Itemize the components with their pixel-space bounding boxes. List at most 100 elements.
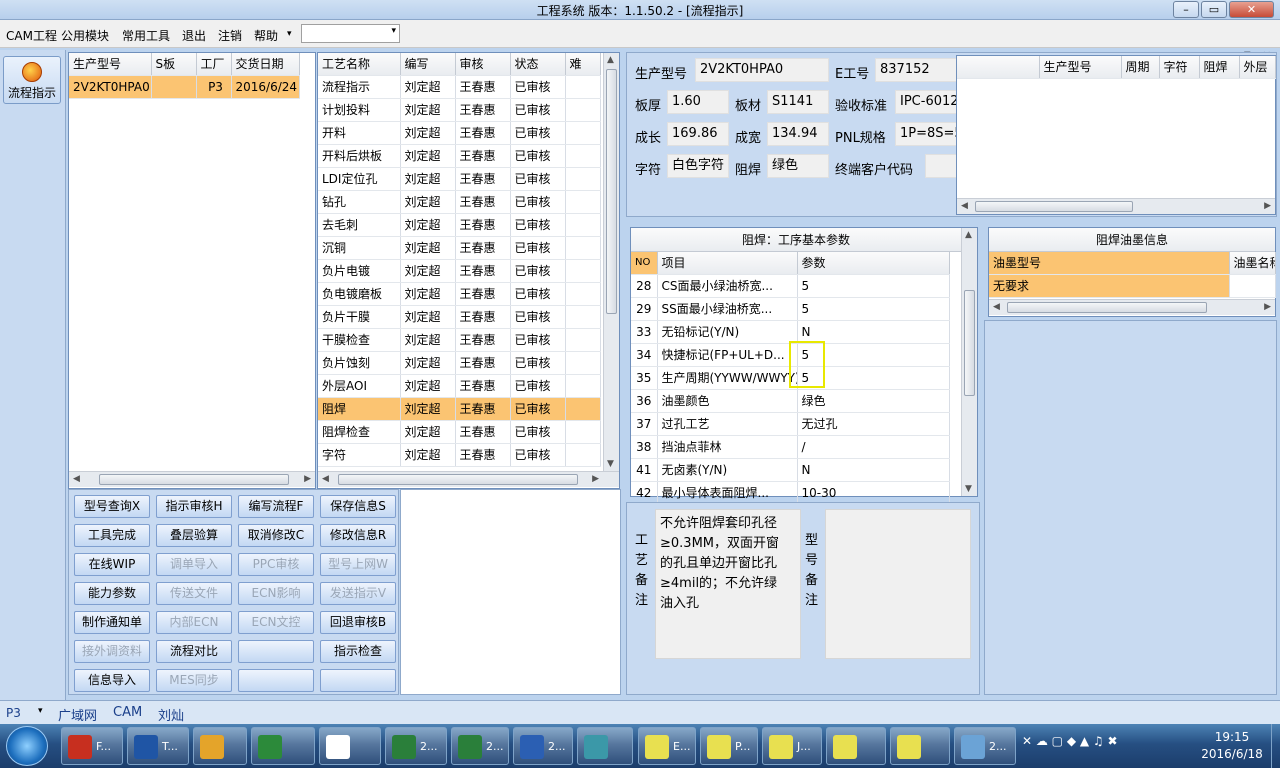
params-vscroll[interactable]: ▲ ▼: [961, 228, 977, 496]
taskbar-app-5[interactable]: 2...: [385, 727, 447, 765]
action-button-0-2[interactable]: 编写流程F: [238, 495, 314, 518]
history-hscroll[interactable]: ◀ ▶: [957, 198, 1275, 214]
col-h-solder[interactable]: 阻焊: [1199, 56, 1240, 79]
clock-time[interactable]: 19:15: [1202, 730, 1262, 744]
col-reviewer[interactable]: 审核: [455, 53, 511, 76]
action-button-6-2[interactable]: [238, 669, 314, 692]
close-button[interactable]: ✕: [1229, 1, 1274, 18]
table-row[interactable]: 33 无铅标记(Y/N) N: [631, 320, 950, 344]
action-button-5-3[interactable]: 指示检查: [320, 640, 396, 663]
action-button-6-0[interactable]: 信息导入: [74, 669, 150, 692]
col-process[interactable]: 工艺名称: [318, 53, 401, 76]
action-button-5-2[interactable]: [238, 640, 314, 663]
action-button-0-0[interactable]: 型号查询X: [74, 495, 150, 518]
scroll-thumb[interactable]: [338, 474, 578, 485]
col-s-board[interactable]: S板: [151, 53, 197, 76]
taskbar-app-8[interactable]: [577, 727, 633, 765]
help-dropdown-icon[interactable]: ▾: [287, 29, 292, 39]
col-factory[interactable]: 工厂: [196, 53, 232, 76]
factory-select[interactable]: P3: [6, 706, 21, 720]
col-ink-name[interactable]: 油墨名称: [1229, 252, 1276, 275]
action-button-6-1[interactable]: MES同步: [156, 669, 232, 692]
action-button-0-1[interactable]: 指示审核H: [156, 495, 232, 518]
action-button-4-3[interactable]: 回退审核B: [320, 611, 396, 634]
taskbar-app-0[interactable]: F...: [61, 727, 123, 765]
value-standard[interactable]: IPC-6012: [895, 90, 957, 114]
action-button-5-0[interactable]: 接外调资料: [74, 640, 150, 663]
col-h-model[interactable]: 生产型号: [1039, 56, 1122, 79]
chevron-down-icon[interactable]: ▾: [38, 706, 43, 716]
table-row[interactable]: 38 挡油点菲林 /: [631, 435, 950, 459]
col-h-char[interactable]: 字符: [1159, 56, 1200, 79]
value-customer[interactable]: [925, 154, 957, 178]
table-row[interactable]: 钻孔 刘定超 王春惠 已审核: [318, 190, 601, 214]
action-button-4-0[interactable]: 制作通知单: [74, 611, 150, 634]
table-row[interactable]: 2V2KT0HPA0 P3 2016/6/24: [69, 75, 300, 99]
action-button-2-3[interactable]: 型号上网W: [320, 553, 396, 576]
taskbar-app-2[interactable]: [193, 727, 247, 765]
value-material[interactable]: S1141: [767, 90, 829, 114]
table-row[interactable]: 37 过孔工艺 无过孔: [631, 412, 950, 436]
col-author[interactable]: 编写: [400, 53, 456, 76]
action-button-1-0[interactable]: 工具完成: [74, 524, 150, 547]
menu-cam[interactable]: CAM工程: [6, 27, 57, 44]
menu-public[interactable]: 公用模块: [61, 27, 109, 44]
table-row[interactable]: 负电镀磨板 刘定超 王春惠 已审核: [318, 282, 601, 306]
action-button-1-2[interactable]: 取消修改C: [238, 524, 314, 547]
col-status[interactable]: 状态: [510, 53, 566, 76]
menu-help[interactable]: 帮助: [254, 27, 278, 44]
tray-icons[interactable]: ✕ ☁ ▢ ◆ ▲ ♫ ✖: [1022, 734, 1118, 748]
action-button-5-1[interactable]: 流程对比: [156, 640, 232, 663]
taskbar-app-7[interactable]: 2...: [513, 727, 573, 765]
start-button[interactable]: [6, 726, 48, 766]
scroll-thumb[interactable]: [975, 201, 1133, 212]
restore-button[interactable]: ▭: [1201, 1, 1227, 18]
value-pnl[interactable]: 1P=8S=5: [895, 122, 957, 146]
taskbar-app-6[interactable]: 2...: [451, 727, 509, 765]
taskbar-app-12[interactable]: [826, 727, 886, 765]
table-row[interactable]: 流程指示 刘定超 王春惠 已审核: [318, 75, 601, 99]
action-button-2-1[interactable]: 调单导入: [156, 553, 232, 576]
action-button-2-0[interactable]: 在线WIP: [74, 553, 150, 576]
col-h-outer[interactable]: 外层: [1239, 56, 1276, 79]
action-button-3-1[interactable]: 传送文件: [156, 582, 232, 605]
action-button-2-2[interactable]: PPC审核: [238, 553, 314, 576]
minimize-button[interactable]: –: [1173, 1, 1199, 18]
table-row[interactable]: 外层AOI 刘定超 王春惠 已审核: [318, 374, 601, 398]
taskbar-app-3[interactable]: [251, 727, 315, 765]
table-row[interactable]: 去毛刺 刘定超 王春惠 已审核: [318, 213, 601, 237]
taskbar-app-11[interactable]: J...: [762, 727, 822, 765]
action-button-4-2[interactable]: ECN文控: [238, 611, 314, 634]
menu-tools[interactable]: 常用工具: [122, 27, 170, 44]
process-vscroll[interactable]: ▲ ▼: [603, 53, 619, 471]
ink-hscroll[interactable]: ◀ ▶: [989, 299, 1275, 315]
scroll-thumb[interactable]: [606, 69, 617, 314]
value-char[interactable]: 白色字符: [667, 154, 729, 178]
table-row[interactable]: 36 油墨颜色 绿色: [631, 389, 950, 413]
table-row[interactable]: 负片蚀刻 刘定超 王春惠 已审核: [318, 351, 601, 375]
value-model[interactable]: 2V2KT0HPA0: [695, 58, 829, 82]
action-button-0-3[interactable]: 保存信息S: [320, 495, 396, 518]
process-note-text[interactable]: 不允许阻焊套印孔径≥0.3MM，双面开窗的孔且单边开窗比孔≥4mil的；不允许绿…: [655, 509, 801, 659]
table-row[interactable]: 干膜检查 刘定超 王春惠 已审核: [318, 328, 601, 352]
taskbar-app-9[interactable]: E...: [638, 727, 696, 765]
col-ink-model[interactable]: 油墨型号: [989, 252, 1230, 275]
menu-combo[interactable]: ▾: [301, 24, 400, 43]
action-button-4-1[interactable]: 内部ECN: [156, 611, 232, 634]
table-row[interactable]: 计划投料 刘定超 王春惠 已审核: [318, 98, 601, 122]
menu-exit[interactable]: 退出: [182, 27, 206, 44]
taskbar-app-14[interactable]: 2...: [954, 727, 1016, 765]
value-solder[interactable]: 绿色: [767, 154, 829, 178]
model-note-text[interactable]: [825, 509, 971, 659]
table-row[interactable]: 阻焊 刘定超 王春惠 已审核: [318, 397, 601, 421]
col-h-cycle[interactable]: 周期: [1121, 56, 1160, 79]
table-row[interactable]: 开料后烘板 刘定超 王春惠 已审核: [318, 144, 601, 168]
action-button-3-2[interactable]: ECN影响: [238, 582, 314, 605]
menu-logout[interactable]: 注销: [218, 27, 242, 44]
table-row[interactable]: 负片电镀 刘定超 王春惠 已审核: [318, 259, 601, 283]
scroll-thumb[interactable]: [99, 474, 289, 485]
table-row[interactable]: 41 无卤素(Y/N) N: [631, 458, 950, 482]
table-row[interactable]: 字符 刘定超 王春惠 已审核: [318, 443, 601, 467]
table-row[interactable]: 负片干膜 刘定超 王春惠 已审核: [318, 305, 601, 329]
taskbar-app-4[interactable]: [319, 727, 381, 765]
